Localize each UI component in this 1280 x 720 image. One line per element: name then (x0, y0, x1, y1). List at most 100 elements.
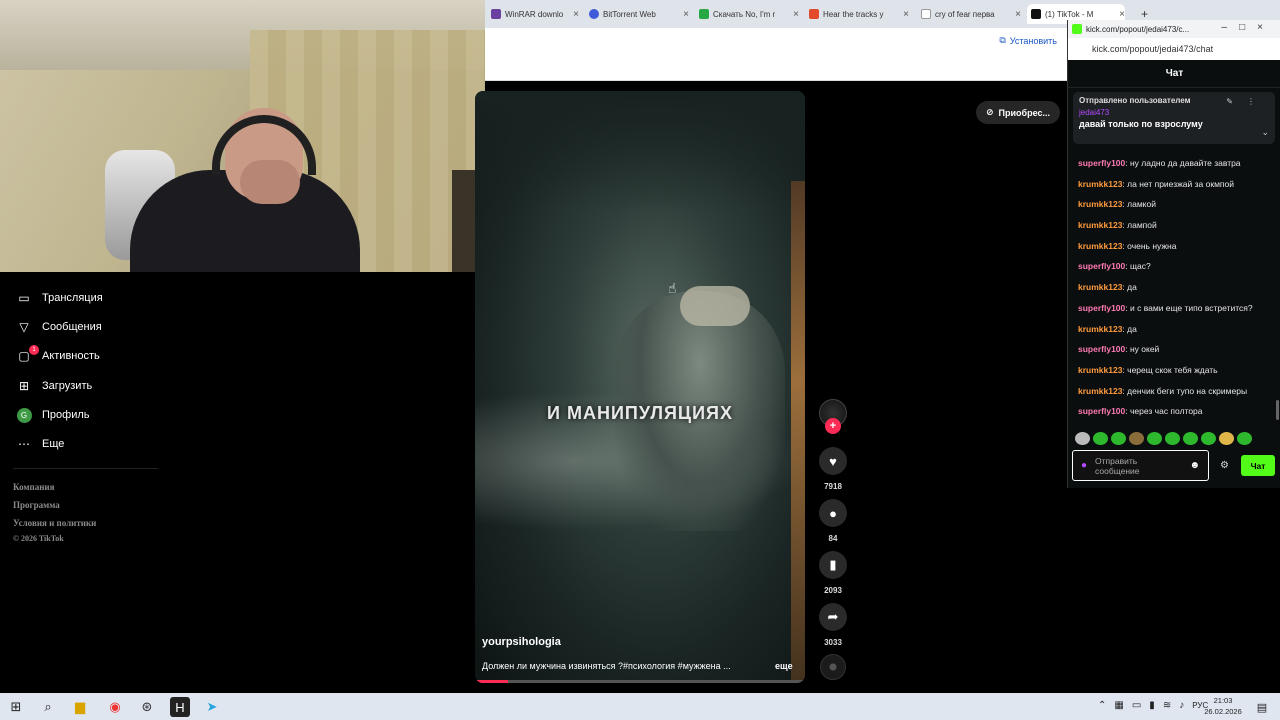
chat-input[interactable]: ● Отправить сообщение ☻ (1072, 450, 1209, 481)
chat-username[interactable]: krumkk123 (1078, 386, 1122, 396)
network-icon[interactable]: ▦ (1114, 700, 1123, 711)
comment-button[interactable]: ● (819, 499, 847, 527)
footer-link-terms[interactable]: Условия и политики (13, 518, 96, 528)
emote-icon[interactable] (1183, 432, 1198, 445)
chat-username[interactable]: krumkk123 (1078, 365, 1122, 375)
emote-icon[interactable] (1201, 432, 1216, 445)
comment-icon: ● (829, 505, 837, 521)
close-icon[interactable]: × (903, 9, 909, 20)
music-disc-icon[interactable] (820, 654, 846, 680)
emote-icon[interactable] (1237, 432, 1252, 445)
chat-username[interactable]: superfly100 (1078, 406, 1125, 416)
download-site-icon (699, 9, 709, 19)
chevron-up-icon[interactable]: ⌃ (1098, 700, 1106, 711)
chat-username[interactable]: superfly100 (1078, 303, 1125, 313)
emote-icon[interactable] (1165, 432, 1180, 445)
chat-message: superfly100: через час полтора (1078, 406, 1203, 417)
install-app-button[interactable]: ⧉ Установить (999, 35, 1057, 46)
file-explorer-icon[interactable]: ▆ (70, 697, 90, 717)
chat-scrollbar[interactable] (1276, 400, 1279, 420)
close-icon[interactable]: × (573, 9, 579, 20)
chat-text: ла нет приезжай за окмпой (1127, 178, 1234, 189)
gear-icon[interactable]: ⚙ (1220, 460, 1229, 471)
chat-username[interactable]: krumkk123 (1078, 179, 1122, 189)
close-icon[interactable]: × (1015, 9, 1021, 20)
chat-message: superfly100: ну окей (1078, 344, 1160, 355)
wifi-icon[interactable]: ≋ (1163, 700, 1171, 711)
browser-tab-2[interactable]: BitTorrent Web × (585, 4, 689, 24)
chat-send-button[interactable]: Чат (1241, 455, 1275, 476)
mouse-cursor-icon: ☝ (668, 280, 677, 296)
chat-text: через час полтора (1129, 406, 1203, 417)
browser-tab-4[interactable]: Hear the tracks y × (805, 4, 909, 24)
video-player[interactable]: И МАНИПУЛЯЦИЯХ yourpsihologia Должен ли … (475, 91, 805, 683)
chat-message: krumkk123: да (1078, 282, 1137, 293)
emoji-icon[interactable]: ☻ (1189, 460, 1200, 471)
emote-icon[interactable] (1111, 432, 1126, 445)
install-icon: ⧉ (999, 35, 1006, 45)
notifications-icon[interactable]: ▤ (1252, 697, 1272, 717)
close-icon[interactable]: × (793, 9, 799, 20)
chat-username[interactable]: krumkk123 (1078, 324, 1122, 334)
emote-icon[interactable] (1129, 432, 1144, 445)
footer-link-company[interactable]: Компания (13, 482, 54, 492)
chevron-down-icon[interactable]: ⌄ (1261, 127, 1269, 138)
video-progress-bar[interactable] (475, 680, 805, 683)
page-top-bar (485, 56, 1067, 81)
chat-username[interactable]: superfly100 (1078, 344, 1125, 354)
emote-icon[interactable] (1075, 432, 1090, 445)
mic-tray-icon[interactable]: ▮ (1149, 700, 1155, 711)
bittorrent-icon (589, 9, 599, 19)
chat-username[interactable]: krumkk123 (1078, 199, 1122, 209)
share-button[interactable]: ➦ (819, 603, 847, 631)
save-count: 2093 (824, 586, 842, 595)
sidebar-item-activity[interactable]: ▢ 1 Активность (16, 345, 100, 367)
sidebar-item-profile[interactable]: G Профиль (16, 404, 90, 426)
save-button[interactable]: ▮ (819, 551, 847, 579)
emote-icon[interactable] (1219, 432, 1234, 445)
sidebar-item-messages[interactable]: ▽ Сообщения (16, 316, 101, 338)
obs-icon[interactable]: H (170, 697, 190, 717)
footer-link-program[interactable]: Программа (13, 500, 60, 510)
windows-start-icon[interactable]: ⊞ (6, 697, 26, 717)
chat-username[interactable]: superfly100 (1078, 158, 1125, 168)
chat-username[interactable]: krumkk123 (1078, 220, 1122, 230)
search-site-icon (921, 9, 931, 19)
profile-icon: G (16, 407, 32, 423)
window-controls[interactable]: –□× (1222, 22, 1275, 33)
sidebar-item-upload[interactable]: ⊞ Загрузить (16, 375, 92, 397)
chat-username[interactable]: krumkk123 (1078, 241, 1122, 251)
video-author[interactable]: yourpsihologia (482, 636, 561, 648)
sidebar-item-live[interactable]: ▭ Трансляция (16, 287, 102, 309)
close-icon[interactable]: × (1119, 9, 1125, 20)
browser-tab-3[interactable]: Скачать No, I'm r × (695, 4, 799, 24)
chat-message: krumkk123: да (1078, 323, 1137, 334)
chat-message: superfly100: щас? (1078, 261, 1151, 272)
emote-icon[interactable] (1093, 432, 1108, 445)
clock[interactable]: 21:03 26.02.2026 (1203, 695, 1243, 717)
mic-icon[interactable]: ● (1081, 460, 1087, 471)
app-icon[interactable]: ⊛ (137, 697, 157, 717)
sidebar-item-more[interactable]: ⋯ Еще (16, 433, 64, 455)
pin-icon[interactable]: ✎⋮ (1226, 97, 1269, 106)
chrome-icon[interactable]: ◉ (105, 697, 125, 717)
more-button[interactable]: еще (775, 661, 793, 671)
emote-icon[interactable] (1147, 432, 1162, 445)
volume-icon[interactable]: ♪ (1179, 700, 1184, 711)
chat-url-bar[interactable]: kick.com/popout/jedai473/chat (1068, 38, 1280, 60)
buy-button[interactable]: ⊘ Приобрес... (976, 101, 1060, 124)
search-icon[interactable]: ⌕ (38, 697, 58, 717)
battery-icon[interactable]: ▭ (1132, 700, 1141, 711)
windows-taskbar: ⊞ ⌕ ▆ ◉ ⊛ H ➤ ⌃ ▦ ▭ ▮ ≋ ♪ РУС 21:03 26.0… (0, 693, 1280, 720)
browser-tab-5[interactable]: cry of fear перва × (917, 4, 1021, 24)
pinned-user[interactable]: jedai473 (1079, 108, 1269, 117)
follow-button[interactable]: + (825, 418, 841, 434)
comment-count: 84 (828, 534, 838, 543)
like-button[interactable]: ♥ (819, 447, 847, 475)
close-icon[interactable]: × (683, 9, 689, 20)
chat-username[interactable]: krumkk123 (1078, 282, 1122, 292)
bookmark-icon: ▮ (829, 557, 837, 572)
telegram-icon[interactable]: ➤ (202, 697, 222, 717)
chat-username[interactable]: superfly100 (1078, 261, 1125, 271)
browser-tab-1[interactable]: WinRAR downlo × (487, 4, 579, 24)
